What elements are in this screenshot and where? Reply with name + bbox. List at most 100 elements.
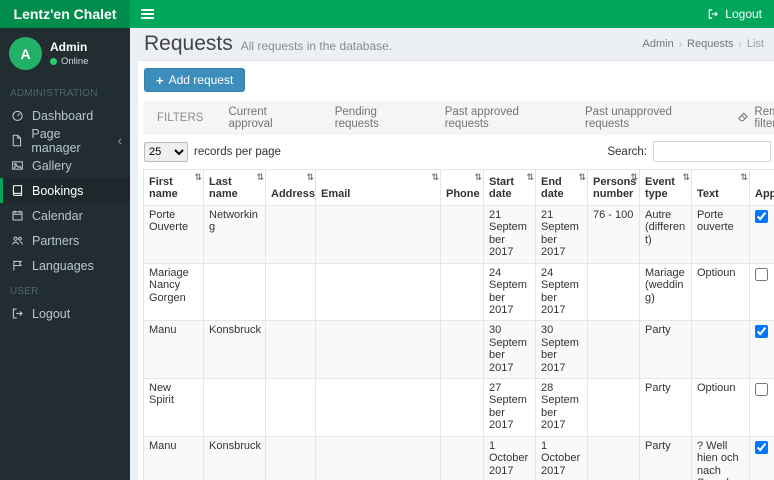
eraser-icon xyxy=(737,111,749,126)
sidebar-item-partners[interactable]: Partners xyxy=(0,228,130,253)
table-cell xyxy=(265,320,316,380)
sort-icon: ⇅ xyxy=(431,172,438,182)
column-header[interactable]: ⇅ Phone xyxy=(440,169,484,206)
page-size-select[interactable]: 25 xyxy=(144,141,188,162)
sort-icon: ⇅ xyxy=(578,172,585,182)
column-header[interactable]: ⇅ Start date xyxy=(483,169,536,206)
column-header-label: Phone xyxy=(446,188,480,200)
breadcrumb-item[interactable]: Admin xyxy=(643,38,674,50)
table-cell xyxy=(315,262,441,322)
approved-cell xyxy=(749,262,774,322)
sidebar-item-label: Gallery xyxy=(32,158,72,173)
brand-logo[interactable]: Lentz'en Chalet xyxy=(0,0,130,28)
user-status: Online xyxy=(50,56,88,67)
table-row: Manu Konsbruck 1 October 2017 1 October 201… xyxy=(143,435,774,480)
table-cell xyxy=(587,320,640,380)
column-header[interactable]: ⇅ End date xyxy=(535,169,588,206)
table-header-row: ⇅ First name ⇅ Last name ⇅ Address ⇅ Email ⇅ Phon… xyxy=(143,169,774,206)
table-cell: Party xyxy=(639,320,692,380)
table-cell: Networking xyxy=(203,205,266,264)
table-cell: 76 - 100 xyxy=(587,205,640,264)
sidebar-item-label: Bookings xyxy=(32,183,84,198)
remove-filters-button[interactable]: Remove filters xyxy=(737,106,774,130)
filter-item[interactable]: Past unapproved requests xyxy=(585,106,712,130)
table-cell xyxy=(265,262,316,322)
online-status-dot xyxy=(50,57,57,65)
dashboard-icon xyxy=(10,109,24,122)
breadcrumb: Admin › Requests › List xyxy=(643,38,764,50)
sort-icon: ⇅ xyxy=(256,172,263,182)
approved-checkbox[interactable] xyxy=(755,267,768,281)
column-header[interactable]: ⇅ Persons number xyxy=(587,169,640,206)
approved-checkbox[interactable] xyxy=(755,440,768,454)
flag-icon xyxy=(10,259,24,272)
column-header[interactable]: ⇅ Address xyxy=(265,169,316,206)
table-cell: Porte Ouverte xyxy=(143,205,204,264)
sort-icon: ⇅ xyxy=(526,172,533,182)
search-input[interactable] xyxy=(653,141,771,162)
column-header[interactable]: ⇅Approved xyxy=(749,169,774,206)
book-icon xyxy=(10,184,24,197)
table-controls: 25 records per page Search: xyxy=(143,141,771,162)
breadcrumb-separator: › xyxy=(738,38,742,50)
filters-label: FILTERS xyxy=(157,112,204,124)
sidebar-item-languages[interactable]: Languages xyxy=(0,253,130,278)
table-cell: 27 September 2017 xyxy=(483,378,536,437)
table-cell xyxy=(315,378,441,437)
filter-item[interactable]: Pending requests xyxy=(335,106,420,130)
sidebar-toggle-button[interactable] xyxy=(130,0,164,28)
filter-item[interactable]: Past approved requests xyxy=(445,106,560,130)
table-cell: 21 September 2017 xyxy=(535,205,588,264)
approved-cell xyxy=(749,435,774,480)
breadcrumb-item[interactable]: Requests xyxy=(687,38,733,50)
column-header[interactable]: ⇅ Email xyxy=(315,169,441,206)
table-cell xyxy=(265,378,316,437)
content-header: Requests All requests in the database. A… xyxy=(130,28,774,60)
add-request-button[interactable]: + Add request xyxy=(144,68,246,92)
chevron-left-icon: ‹ xyxy=(117,133,122,148)
sidebar-section-label: USER xyxy=(10,286,39,297)
table-cell: Mariage (wedding) xyxy=(639,262,692,322)
sidebar-item-page-manager[interactable]: Page manager ‹ xyxy=(0,127,130,155)
table-cell xyxy=(315,205,441,264)
table-row: New Spirit 27 September 2017 28 September … xyxy=(143,378,774,437)
column-header[interactable]: ⇅ Text xyxy=(691,169,750,206)
approved-cell xyxy=(749,320,774,380)
approved-checkbox[interactable] xyxy=(755,325,768,339)
main-layout: A Admin Online ADMINISTRATION Dashboard Pa… xyxy=(0,28,774,480)
navbar-logout-button[interactable]: Logout xyxy=(695,0,774,28)
table-cell: Porte ouverte xyxy=(691,205,750,264)
sidebar-item-calendar[interactable]: Calendar xyxy=(0,203,130,228)
column-header[interactable]: ⇅ Event type xyxy=(639,169,692,206)
table-cell: Party xyxy=(639,435,692,480)
table-cell xyxy=(265,435,316,480)
column-header[interactable]: ⇅ First name xyxy=(143,169,204,206)
sidebar-item-gallery[interactable]: Gallery xyxy=(0,153,130,178)
sort-icon: ⇅ xyxy=(474,172,481,182)
add-request-label: Add request xyxy=(168,73,234,87)
table-cell: Konsbruck xyxy=(203,435,266,480)
table-cell xyxy=(440,205,484,264)
table-cell: 24 September 2017 xyxy=(535,262,588,322)
sidebar-item-label: Dashboard xyxy=(32,108,94,123)
sidebar-item-bookings[interactable]: Bookings xyxy=(0,178,130,203)
sidebar-item-logout[interactable]: Logout xyxy=(0,301,130,326)
column-header-label: First name xyxy=(149,176,178,200)
search-label: Search: xyxy=(607,145,647,158)
approved-checkbox[interactable] xyxy=(755,383,768,397)
sidebar-menu: ADMINISTRATION Dashboard Page manager ‹ Gall… xyxy=(0,80,130,326)
users-icon xyxy=(10,234,24,247)
table-cell xyxy=(691,320,750,380)
filter-bar: FILTERS Current approval Pending requests… xyxy=(143,101,774,135)
calendar-icon xyxy=(10,209,24,222)
column-header-label: Approved xyxy=(755,188,774,200)
user-name: Admin xyxy=(50,40,88,55)
table-cell: ? Well hien och nach Sonndes Mëttes bloc… xyxy=(691,435,750,480)
sort-icon: ⇅ xyxy=(740,172,747,182)
approved-checkbox[interactable] xyxy=(755,210,768,223)
filter-item[interactable]: Current approval xyxy=(228,106,309,130)
table-cell: Manu xyxy=(143,435,204,480)
table-cell: Konsbruck xyxy=(203,320,266,380)
sidebar-item-dashboard[interactable]: Dashboard xyxy=(0,103,130,128)
column-header[interactable]: ⇅ Last name xyxy=(203,169,266,206)
